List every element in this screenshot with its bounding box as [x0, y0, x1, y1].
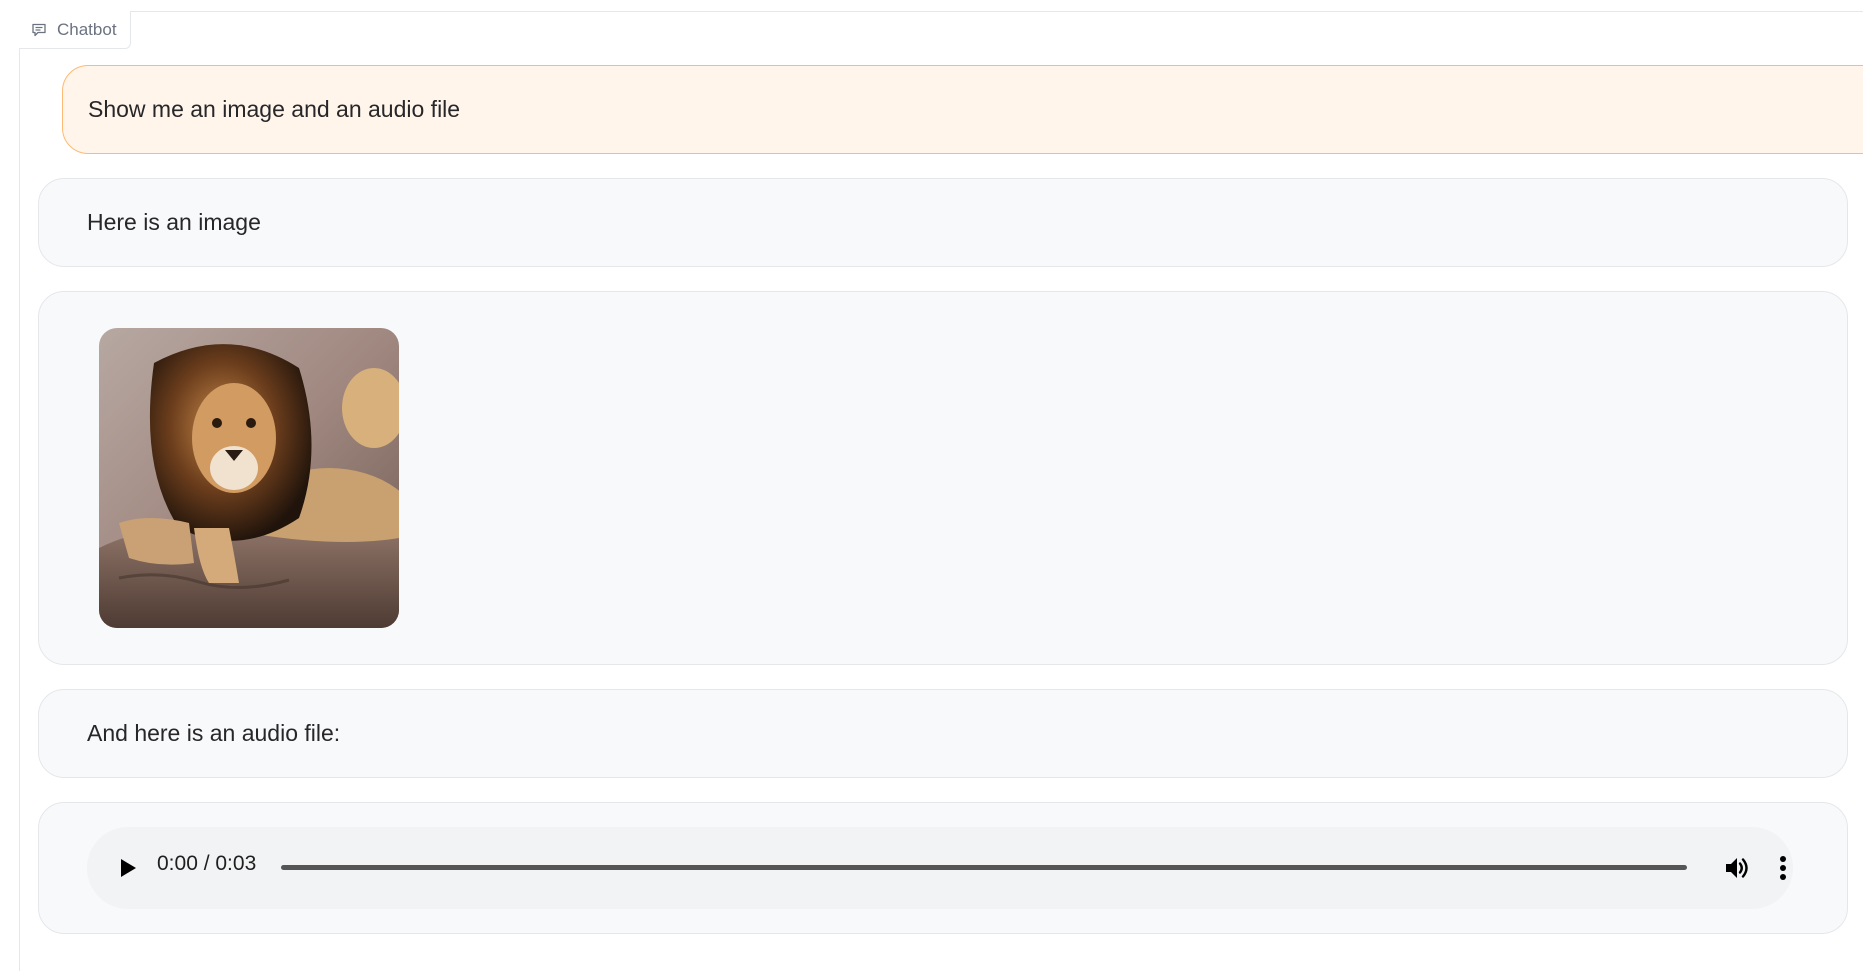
volume-icon[interactable]	[1723, 855, 1751, 881]
user-message: Show me an image and an audio file	[62, 65, 1863, 154]
chatbot-label: Chatbot	[19, 11, 131, 49]
play-icon[interactable]	[117, 856, 139, 880]
chatbot-label-text: Chatbot	[57, 19, 117, 39]
more-vertical-icon[interactable]	[1779, 855, 1787, 881]
bot-message-text: Here is an image	[87, 209, 261, 235]
lion-image[interactable]	[99, 328, 399, 628]
bot-image-message	[38, 291, 1848, 665]
chat-bubble-icon	[31, 22, 47, 38]
audio-time: 0:00 / 0:03	[157, 852, 257, 875]
audio-player: 0:00 / 0:03	[87, 827, 1793, 909]
audio-progress-slider[interactable]	[281, 865, 1687, 870]
bot-message-text: And here is an audio file:	[87, 720, 341, 746]
user-message-text: Show me an image and an audio file	[88, 96, 461, 122]
bot-audio-message: 0:00 / 0:03	[38, 802, 1848, 934]
bot-message: Here is an image	[38, 178, 1848, 267]
bot-message: And here is an audio file:	[38, 689, 1848, 778]
